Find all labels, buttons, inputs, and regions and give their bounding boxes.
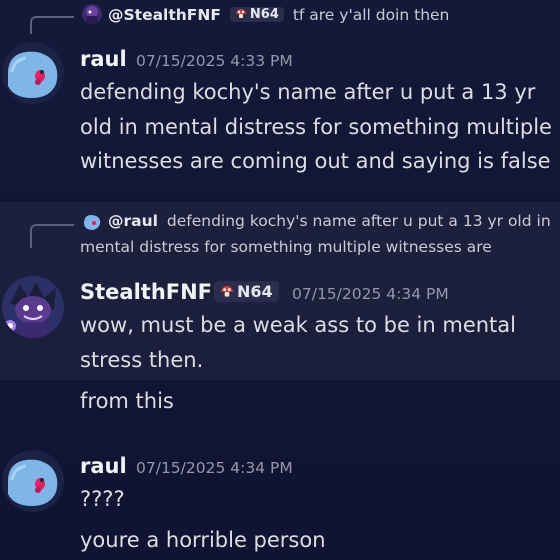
message-line: wow, must be a weak ass to be in mental: [80, 313, 516, 337]
reply-content: tf are y'all doin then: [292, 6, 450, 24]
message-line: witnesses are coming out and saying is f…: [80, 149, 551, 173]
avatar-raul[interactable]: [2, 42, 64, 104]
message-line: ????: [80, 487, 125, 511]
reply-avatar-raul[interactable]: [82, 212, 102, 232]
timestamp: 07/15/2025 4:34 PM: [292, 285, 449, 303]
badge-label: N64: [249, 6, 279, 22]
author-name[interactable]: raul: [80, 47, 127, 71]
mushroom-icon: [235, 9, 246, 18]
author-name[interactable]: StealthFNF: [80, 280, 212, 304]
message-line: defending kochy's name after u put a 13 …: [80, 80, 536, 104]
reply-avatar-stealthfnf[interactable]: [82, 4, 102, 24]
role-badge[interactable]: N64: [229, 6, 284, 22]
message-line: stress then.: [80, 348, 204, 372]
reply-author-name[interactable]: @StealthFNF: [108, 6, 221, 24]
avatar-raul[interactable]: [2, 450, 64, 512]
reply-preview[interactable]: @StealthFNF N64 tf are y'all doin then: [108, 6, 449, 24]
reply-content: defending kochy's name after u put a 13 …: [166, 212, 551, 230]
reply-connector: [30, 16, 74, 34]
timestamp: 07/15/2025 4:33 PM: [136, 52, 293, 70]
avatar-stealthfnf[interactable]: [2, 276, 64, 338]
author-name[interactable]: raul: [80, 454, 127, 478]
message-line: from this: [80, 389, 174, 413]
reply-preview-continued[interactable]: mental distress for something multiple w…: [80, 238, 492, 256]
message-line: old in mental distress for something mul…: [80, 115, 552, 139]
message-line: youre a horrible person: [80, 528, 326, 552]
badge-label: N64: [237, 282, 273, 301]
reply-connector: [30, 224, 74, 248]
reply-preview[interactable]: @raul defending kochy's name after u put…: [108, 212, 551, 230]
timestamp: 07/15/2025 4:34 PM: [136, 459, 293, 477]
reply-author-name[interactable]: @raul: [108, 212, 158, 230]
mushroom-icon: [221, 285, 233, 297]
role-badge[interactable]: N64: [214, 281, 279, 302]
